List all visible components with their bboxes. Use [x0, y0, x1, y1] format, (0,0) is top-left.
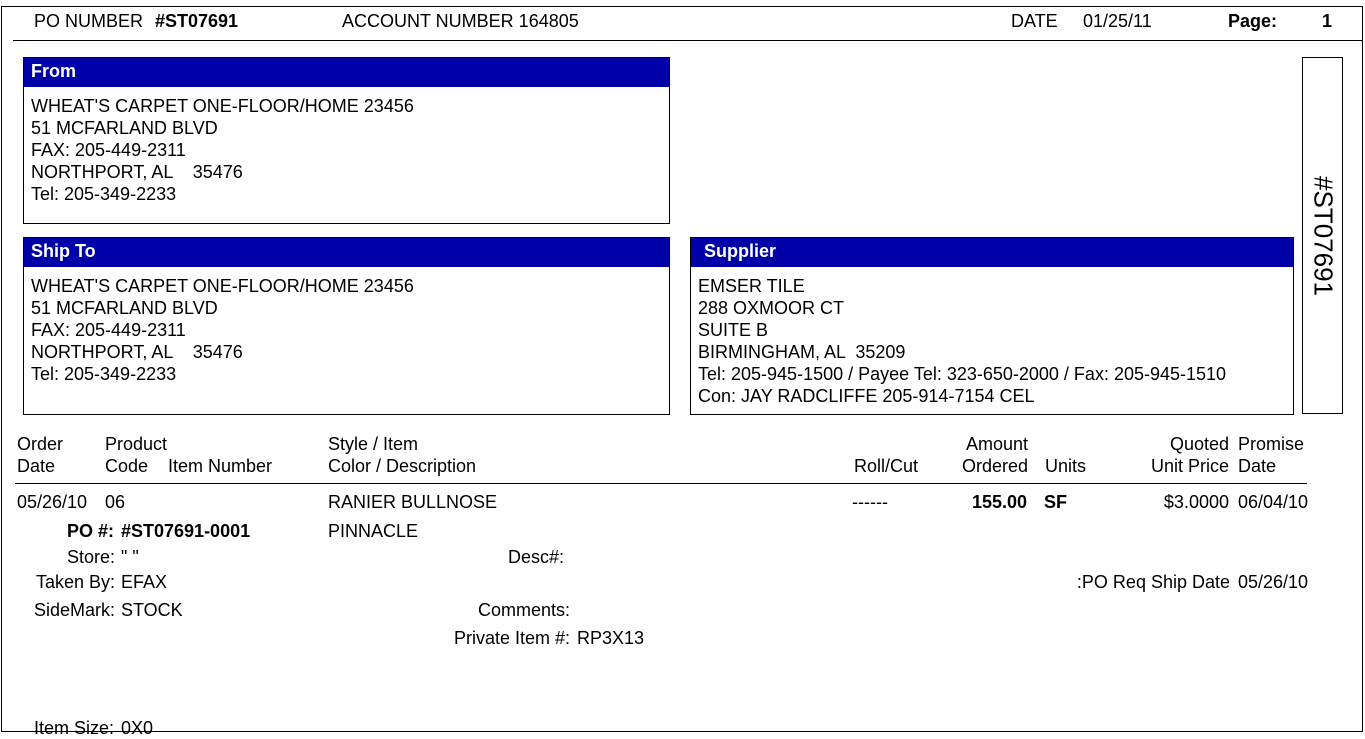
- col-promise: Promise Date: [1238, 433, 1304, 477]
- col-promise-line2: Date: [1238, 456, 1277, 476]
- col-style-line2: Color / Description: [328, 456, 477, 476]
- item-store-value: " ": [121, 547, 139, 567]
- item-price: $3.0000: [1163, 492, 1229, 512]
- col-order-date-line1: Order: [17, 434, 64, 454]
- item-sidemark-value: STOCK: [121, 600, 183, 620]
- from-box: From WHEAT'S CARPET ONE-FLOOR/HOME 23456…: [23, 57, 670, 224]
- supplier-line: BIRMINGHAM, AL 35209: [698, 342, 906, 362]
- col-item-number: Item Number: [168, 456, 273, 476]
- col-roll-cut: Roll/Cut: [854, 456, 919, 476]
- from-title: From: [24, 58, 669, 87]
- ship-to-line: FAX: 205-449-2311: [31, 320, 186, 340]
- po-number-value: #ST07691: [155, 11, 239, 31]
- from-address: WHEAT'S CARPET ONE-FLOOR/HOME 23456 51 M…: [24, 87, 669, 205]
- ship-to-box: Ship To WHEAT'S CARPET ONE-FLOOR/HOME 23…: [23, 237, 670, 415]
- table-header-divider: [15, 483, 1307, 484]
- from-line: Tel: 205-349-2233: [31, 184, 177, 204]
- item-req-ship-value: 05/26/10: [1238, 572, 1309, 592]
- item-taken-by-label: Taken By:: [35, 572, 115, 592]
- from-line: 51 MCFARLAND BLVD: [31, 118, 218, 138]
- ship-to-line: NORTHPORT, AL 35476: [31, 342, 243, 362]
- side-po-number: #ST07691: [1308, 175, 1338, 296]
- supplier-title: Supplier: [691, 238, 1293, 267]
- col-price-line1: Quoted: [1169, 434, 1229, 454]
- item-req-ship-label: PO Req Ship Date:: [1076, 572, 1230, 592]
- supplier-line: Tel: 205-945-1500 / Payee Tel: 323-650-2…: [698, 364, 1227, 384]
- page-number: 1: [1322, 11, 1333, 31]
- supplier-box: Supplier EMSER TILE 288 OXMOOR CT SUITE …: [690, 237, 1294, 415]
- item-store-label: Store:: [66, 547, 115, 567]
- col-style-line1: Style / Item: [328, 434, 419, 454]
- supplier-address: EMSER TILE 288 OXMOOR CT SUITE B BIRMING…: [691, 267, 1293, 407]
- col-style: Style / Item Color / Description: [328, 433, 476, 477]
- item-amount: 155.00: [971, 492, 1027, 512]
- item-roll-cut: ------: [852, 492, 888, 512]
- item-private-value: RP3X13: [577, 628, 645, 648]
- item-color: PINNACLE: [328, 521, 419, 541]
- item-promise: 06/04/10: [1238, 492, 1309, 512]
- from-line: WHEAT'S CARPET ONE-FLOOR/HOME 23456: [31, 96, 414, 116]
- col-order-date: Order Date: [17, 433, 63, 477]
- supplier-line: SUITE B: [698, 320, 769, 340]
- col-product-code-line1: Product: [105, 434, 168, 454]
- page-label: Page:: [1228, 11, 1278, 31]
- po-number-label: PO NUMBER: [34, 11, 144, 31]
- col-amount: Amount Ordered: [940, 433, 1028, 477]
- supplier-line: EMSER TILE: [698, 276, 805, 296]
- item-desc-label: Desc#:: [507, 547, 564, 567]
- item-taken-by-value: EFAX: [121, 572, 168, 592]
- item-po-value: #ST07691-0001: [121, 521, 251, 541]
- ship-to-line: 51 MCFARLAND BLVD: [31, 298, 218, 318]
- col-units: Units: [1045, 456, 1087, 476]
- item-style: RANIER BULLNOSE: [328, 492, 498, 512]
- supplier-line: Con: JAY RADCLIFFE 205-914-7154 CEL: [698, 386, 1035, 406]
- col-product-code: Product Code: [105, 433, 167, 477]
- col-amount-line2: Ordered: [961, 456, 1028, 476]
- ship-to-line: WHEAT'S CARPET ONE-FLOOR/HOME 23456: [31, 276, 414, 296]
- item-comments-label: Comments:: [477, 600, 570, 620]
- date-label: DATE: [1011, 11, 1058, 31]
- col-order-date-line2: Date: [17, 456, 56, 476]
- date-value: 01/25/11: [1083, 11, 1152, 31]
- ship-to-address: WHEAT'S CARPET ONE-FLOOR/HOME 23456 51 M…: [24, 267, 669, 385]
- supplier-line: 288 OXMOOR CT: [698, 298, 845, 318]
- col-amount-line1: Amount: [965, 434, 1028, 454]
- col-product-code-line2: Code: [105, 456, 149, 476]
- side-po-box: #ST07691: [1302, 57, 1343, 414]
- item-private-label: Private Item #:: [453, 628, 570, 648]
- from-line: FAX: 205-449-2311: [31, 140, 186, 160]
- item-sidemark-label: SideMark:: [33, 600, 115, 620]
- item-order-date: 05/26/10: [17, 492, 88, 512]
- col-price-line2: Unit Price: [1150, 456, 1229, 476]
- from-line: NORTHPORT, AL 35476: [31, 162, 243, 182]
- col-promise-line1: Promise: [1238, 434, 1305, 454]
- col-price: Quoted Unit Price: [1120, 433, 1229, 477]
- item-units: SF: [1044, 492, 1068, 512]
- item-size-value: 0X0: [121, 718, 154, 738]
- item-po-label: PO #:: [67, 521, 115, 541]
- item-size-label: Item Size:: [34, 718, 115, 738]
- ship-to-title: Ship To: [24, 238, 669, 267]
- header-divider: [13, 40, 1363, 41]
- account-number: ACCOUNT NUMBER 164805: [342, 11, 579, 31]
- ship-to-line: Tel: 205-349-2233: [31, 364, 177, 384]
- item-product-code: 06: [105, 492, 126, 512]
